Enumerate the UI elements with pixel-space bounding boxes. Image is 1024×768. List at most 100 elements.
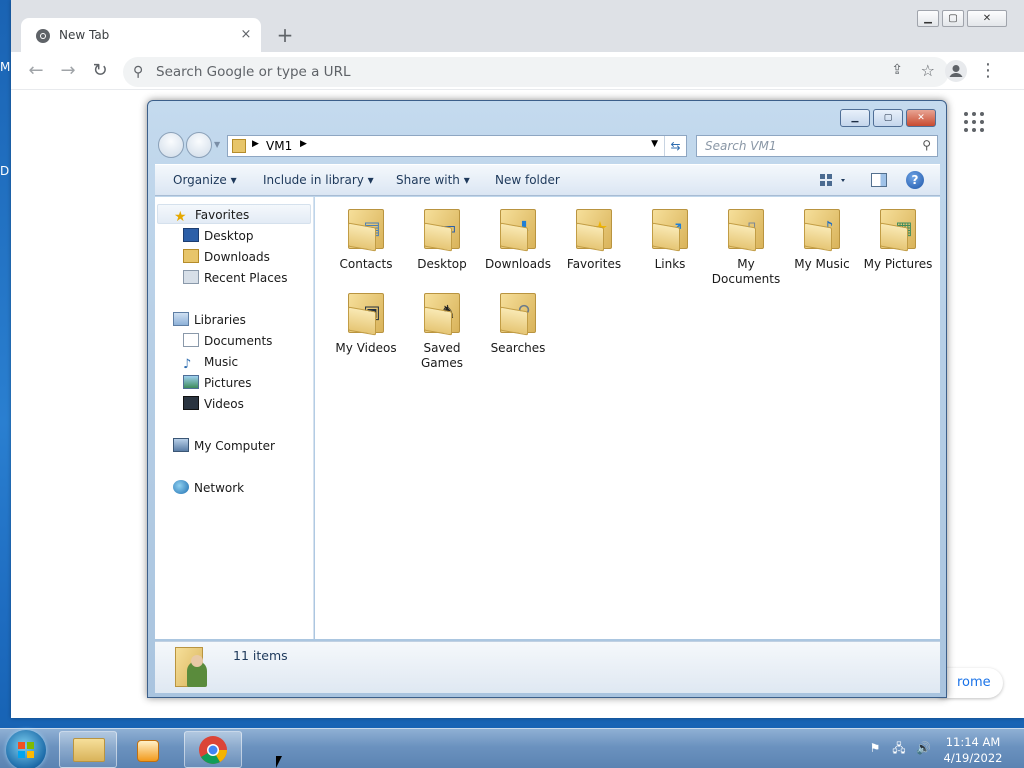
network-tray-icon[interactable]: 🖧 (892, 741, 906, 755)
clock-date: 4/19/2022 (943, 751, 1003, 765)
bookmark-star-icon[interactable]: ☆ (921, 61, 935, 80)
share-icon[interactable]: ⇪ (891, 62, 903, 78)
chrome-logo-icon (36, 29, 50, 43)
explorer-forward-button[interactable] (186, 132, 212, 158)
chrome-tab-new-tab[interactable]: New Tab × (21, 18, 261, 52)
folder-item[interactable]: ▯ My Documents (710, 205, 782, 287)
folder-label: Searches (490, 341, 546, 355)
media-player-icon (137, 740, 159, 762)
folder-label: My Videos (335, 341, 397, 355)
star-icon: ★ (174, 209, 187, 225)
folder-item[interactable]: ⚲ Searches (482, 289, 554, 356)
explorer-close-button[interactable]: ✕ (906, 109, 936, 127)
share-with-button[interactable]: Share with ▾ (396, 173, 470, 187)
folder-item[interactable]: ▭ Desktop (406, 205, 478, 272)
search-icon[interactable]: ⚲ (922, 138, 931, 152)
folder-icon: ▣ (345, 289, 387, 336)
recent-pages-dropdown-icon[interactable]: ▼ (214, 140, 220, 149)
include-in-library-button[interactable]: Include in library ▾ (263, 173, 374, 187)
explorer-maximize-button[interactable]: ▢ (873, 109, 903, 127)
action-center-flag-icon[interactable]: ⚑ (868, 741, 882, 755)
chrome-close-button[interactable]: ✕ (967, 10, 1007, 27)
chrome-toolbar: ← → ↻ ⚲ Search Google or type a URL ⇪ ☆ … (11, 52, 1024, 90)
nav-desktop[interactable]: Desktop (183, 226, 254, 246)
nav-network[interactable]: Network (173, 478, 244, 498)
system-clock[interactable]: 11:14 AM 4/19/2022 (940, 734, 1006, 766)
reload-icon[interactable]: ↻ (89, 60, 111, 82)
change-view-icon[interactable] (819, 172, 849, 190)
nav-pictures[interactable]: Pictures (183, 373, 252, 393)
chrome-minimize-button[interactable]: ▁ (917, 10, 939, 27)
taskbar-media-player-button[interactable] (120, 731, 178, 768)
explorer-search-placeholder: Search VM1 (705, 139, 777, 153)
computer-icon (173, 438, 189, 452)
google-apps-icon[interactable] (964, 112, 986, 134)
folder-item[interactable]: ♪ My Music (786, 205, 858, 272)
desktop-label-fragment-2: D (0, 164, 10, 178)
explorer-minimize-button[interactable]: ▁ (840, 109, 870, 127)
downloads-folder-icon (183, 249, 199, 263)
folder-item[interactable]: ♞ Saved Games (406, 289, 478, 371)
nav-libraries[interactable]: Libraries (173, 310, 246, 330)
breadcrumb-chevron-icon[interactable]: ▶ (252, 139, 259, 149)
folder-item[interactable]: ↗ Links (634, 205, 706, 272)
navigation-pane: ★ Favorites Desktop Downloads Recent Plac… (155, 197, 314, 639)
folder-item[interactable]: ★ Favorites (558, 205, 630, 272)
folder-item[interactable]: ▤ Contacts (330, 205, 402, 272)
new-folder-button[interactable]: New folder (495, 173, 560, 187)
nav-music[interactable]: ♪ Music (183, 352, 238, 372)
start-button-windows-orb-icon[interactable] (6, 730, 46, 768)
folder-icon: ▤ (345, 205, 387, 252)
chrome-maximize-button[interactable]: ▢ (942, 10, 964, 27)
help-icon[interactable]: ? (906, 171, 924, 189)
folder-icon: ⚲ (497, 289, 539, 336)
mouse-cursor-icon (276, 756, 288, 768)
explorer-nav-buttons: ▼ (156, 132, 226, 158)
preview-pane-icon[interactable] (871, 173, 887, 187)
folder-label: My Music (794, 257, 850, 271)
folder-label: Contacts (339, 257, 393, 271)
folder-label: Links (654, 257, 686, 271)
nav-videos[interactable]: Videos (183, 394, 244, 414)
nav-recent-places[interactable]: Recent Places (183, 268, 287, 288)
folder-icon: ▭ (421, 205, 463, 252)
omnibox[interactable]: ⚲ Search Google or type a URL ⇪ ☆ (123, 57, 949, 87)
user-folder-icon (232, 139, 246, 153)
refresh-icon[interactable]: ⇆ (664, 136, 686, 156)
music-note-icon: ♪ (183, 357, 192, 372)
folder-label: My Pictures (863, 257, 933, 271)
explorer-search-input[interactable]: Search VM1 ⚲ (696, 135, 938, 157)
folder-item[interactable]: ▦ My Pictures (862, 205, 934, 272)
address-bar[interactable]: ▶ VM1 ▶ ▼ ⇆ (227, 135, 687, 157)
folder-icon: ★ (573, 205, 615, 252)
chrome-menu-icon[interactable]: ⋮ (979, 60, 997, 81)
folder-item[interactable]: ⬇ Downloads (482, 205, 554, 272)
libraries-icon (173, 312, 189, 326)
folder-item[interactable]: ▣ My Videos (330, 289, 402, 356)
nav-downloads[interactable]: Downloads (183, 247, 270, 267)
folder-icon: ⬇ (497, 205, 539, 252)
details-pane: 11 items (155, 641, 940, 693)
chrome-logo-icon (199, 736, 227, 764)
forward-arrow-icon[interactable]: → (57, 60, 79, 82)
nav-favorites[interactable]: ★ Favorites (157, 204, 311, 224)
folder-icon: ♞ (421, 289, 463, 336)
nav-my-computer[interactable]: My Computer (173, 436, 275, 456)
organize-button[interactable]: Organize ▾ (173, 173, 237, 187)
taskbar-chrome-button[interactable] (184, 731, 242, 768)
volume-icon[interactable]: 🔊 (916, 741, 931, 755)
new-tab-button[interactable]: + (273, 24, 297, 48)
explorer-back-button[interactable] (158, 132, 184, 158)
back-arrow-icon[interactable]: ← (25, 60, 47, 82)
breadcrumb-vm1[interactable]: VM1 (266, 139, 292, 153)
tab-close-icon[interactable]: × (237, 26, 255, 44)
folder-label: Favorites (566, 257, 622, 271)
folder-icon: ▦ (877, 205, 919, 252)
nav-documents[interactable]: Documents (183, 331, 272, 351)
command-bar: Organize ▾ Include in library ▾ Share wi… (155, 164, 940, 196)
address-dropdown-icon[interactable]: ▼ (651, 139, 658, 149)
breadcrumb-chevron-icon[interactable]: ▶ (300, 139, 307, 149)
documents-icon (183, 333, 199, 347)
profile-avatar-icon[interactable] (945, 60, 967, 82)
taskbar-explorer-button[interactable] (59, 731, 117, 768)
